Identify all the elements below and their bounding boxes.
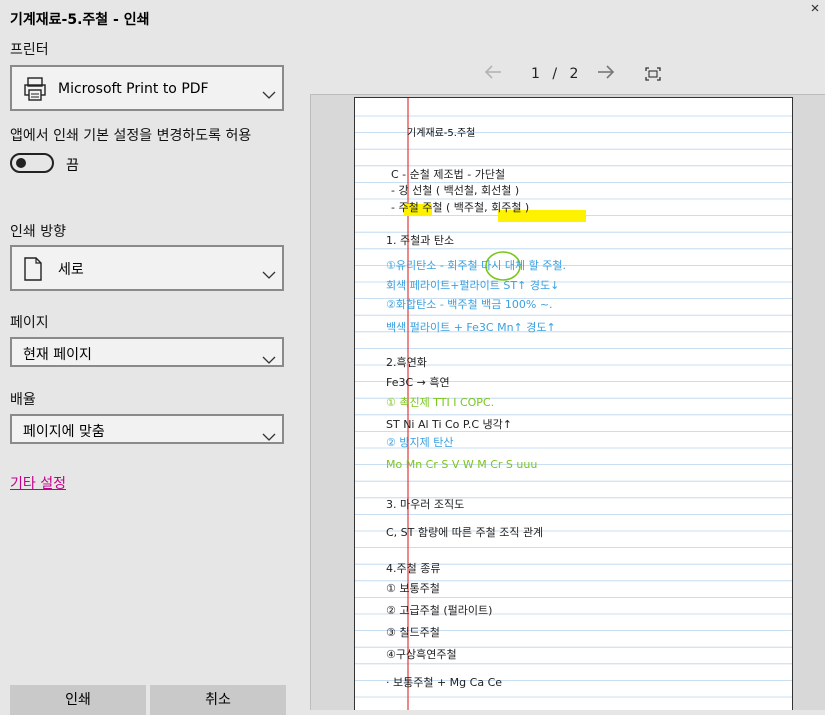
pages-selected-value: 현재 페이지 [23, 347, 92, 363]
note-line: - 주철 주철 ( 백주철, 회주철 ) [391, 201, 529, 214]
note-line: ③ 칠드주철 [386, 626, 440, 639]
chevron-down-icon [262, 349, 276, 368]
note-line: 1. 주철과 탄소 [386, 234, 454, 247]
toggle-knob [16, 158, 26, 168]
app-settings-label: 앱에서 인쇄 기본 설정을 변경하도록 허용 [10, 128, 252, 144]
scale-selected-value: 페이지에 맞춤 [23, 424, 105, 440]
note-line: ② 방지제 탄산 [386, 436, 453, 449]
dialog-title: 기계재료-5.주철 - 인쇄 [10, 12, 150, 28]
note-line: 3. 마우러 조직도 [386, 498, 464, 511]
chevron-down-icon [262, 426, 276, 445]
note-line: ④구상흑연주철 [386, 647, 457, 661]
note-line: ①유리탄소 - 회주철 다시 대체 할 주철. [386, 259, 566, 272]
note-line: ① 보통주철 [386, 582, 440, 595]
printer-label: 프린터 [10, 42, 49, 58]
preview-page: 기계재료-5.주철 C - 순철 제조법 - 가단철 - 강 선철 ( 백선철, … [354, 97, 793, 710]
next-page-arrow-icon[interactable] [597, 64, 615, 85]
note-line: 2.흑연화 [386, 355, 427, 369]
note-line: · 보통주철 + Mg Ca Ce [386, 676, 502, 689]
print-button[interactable]: 인쇄 [10, 685, 146, 715]
more-settings-link[interactable]: 기타 설정 [10, 473, 66, 493]
total-pages-number: 2 [569, 66, 579, 82]
app-settings-toggle[interactable] [10, 153, 54, 173]
note-line: Fe3C → 흑연 [386, 375, 450, 389]
orientation-selected-value: 세로 [58, 262, 84, 278]
current-page-number: 1 [531, 66, 540, 82]
fit-page-icon[interactable] [645, 66, 661, 85]
note-line: 회색 페라이트+펄라이트 ST↑ 경도↓ [386, 279, 559, 292]
scale-label: 배율 [10, 392, 36, 408]
note-line: ① 촉진제 TTI I COPC. [386, 396, 494, 409]
close-icon[interactable] [811, 2, 819, 15]
page-separator: / [552, 66, 558, 82]
note-line: Mo Mn Cr S V W M Cr S uuu [386, 458, 537, 471]
orientation-label: 인쇄 방향 [10, 224, 66, 240]
printer-select[interactable]: Microsoft Print to PDF [10, 65, 284, 111]
printer-icon [24, 77, 46, 105]
scale-select[interactable]: 페이지에 맞춤 [10, 414, 284, 444]
note-line: C, ST 함량에 따른 주철 조직 관계 [386, 526, 543, 539]
chevron-down-icon [262, 264, 276, 283]
toggle-state-label: 끔 [66, 158, 79, 174]
page-canvas: 기계재료-5.주철 C - 순철 제조법 - 가단철 - 강 선철 ( 백선철, … [355, 98, 792, 710]
previous-page-arrow-icon[interactable] [484, 64, 502, 85]
note-line: 백색 펄라이트 + Fe3C Mn↑ 경도↑ [386, 321, 556, 334]
cancel-button[interactable]: 취소 [150, 685, 286, 715]
pages-label: 페이지 [10, 315, 49, 331]
pages-select[interactable]: 현재 페이지 [10, 337, 284, 367]
portrait-page-icon [24, 257, 42, 285]
note-line: - 강 선철 ( 백선철, 회선철 ) [391, 184, 519, 197]
printer-selected-value: Microsoft Print to PDF [58, 81, 209, 97]
note-line: ②화합탄소 - 백주철 백금 100% ~. [386, 298, 553, 311]
chevron-down-icon [262, 84, 276, 103]
settings-panel: 기계재료-5.주철 - 인쇄 프린터 Microsoft Print to PD… [0, 0, 300, 715]
note-line: ST Ni Al Ti Co P.C 냉각↑ [386, 418, 512, 431]
note-line: 4.주철 종류 [386, 562, 440, 575]
note-line: ② 고급주철 (펄라이트) [386, 604, 492, 617]
document-header: 기계재료-5.주철 [407, 127, 475, 139]
page-indicator: 1 / 2 [531, 66, 578, 82]
note-line: C - 순철 제조법 - 가단철 [391, 168, 505, 181]
orientation-select[interactable]: 세로 [10, 245, 284, 291]
